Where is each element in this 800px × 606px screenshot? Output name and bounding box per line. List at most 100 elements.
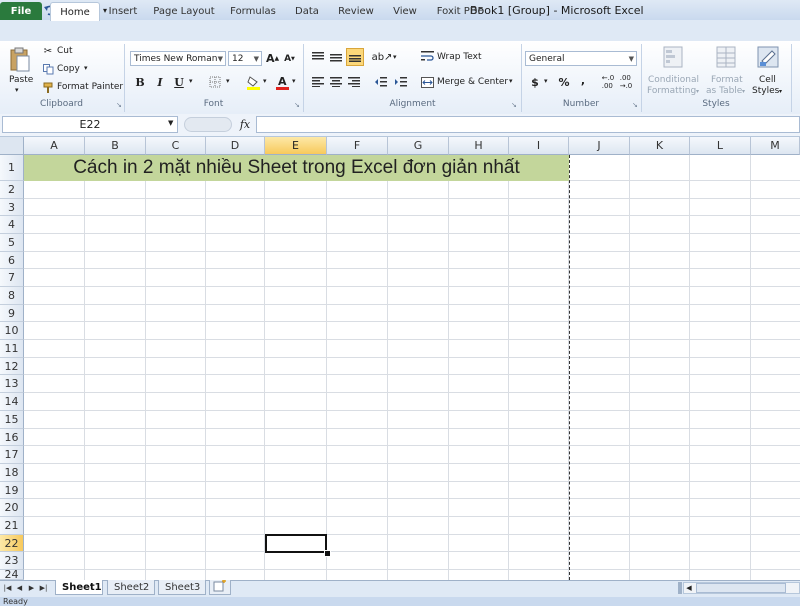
- row-header-14[interactable]: 14: [0, 393, 24, 411]
- conditional-formatting-icon[interactable]: [662, 45, 684, 69]
- column-header-m[interactable]: M: [751, 137, 800, 155]
- font-name-combo[interactable]: Times New Roman ▼: [130, 51, 226, 66]
- fill-color-icon[interactable]: [246, 74, 260, 90]
- tab-split-handle[interactable]: [678, 582, 682, 594]
- copy-dropdown-icon[interactable]: ▾: [84, 64, 88, 72]
- format-painter-button[interactable]: Format Painter: [57, 82, 123, 92]
- insert-function-button[interactable]: fx: [236, 116, 254, 133]
- insert-sheet-icon[interactable]: [209, 579, 231, 595]
- decrease-decimal-icon[interactable]: .00 →.0: [618, 74, 634, 90]
- tab-review[interactable]: Review: [336, 2, 376, 20]
- currency-button[interactable]: $: [530, 75, 540, 89]
- align-center-icon[interactable]: [328, 74, 344, 90]
- borders-dropdown-icon[interactable]: ▾: [226, 77, 230, 85]
- formula-input[interactable]: [256, 116, 800, 133]
- bottom-align-icon[interactable]: [346, 48, 364, 66]
- align-right-icon[interactable]: [346, 74, 362, 90]
- increase-decimal-icon[interactable]: ←.0.00: [600, 74, 616, 90]
- row-header-9[interactable]: 9: [0, 304, 24, 323]
- cut-icon[interactable]: ✂: [42, 45, 54, 57]
- percent-button[interactable]: %: [557, 75, 571, 89]
- fill-color-dropdown-icon[interactable]: ▾: [263, 77, 267, 85]
- font-color-icon[interactable]: A: [275, 74, 289, 90]
- increase-indent-icon[interactable]: [393, 74, 409, 90]
- align-left-icon[interactable]: [310, 74, 326, 90]
- italic-button[interactable]: I: [153, 75, 167, 89]
- font-launcher-icon[interactable]: ↘: [294, 101, 300, 109]
- column-header-f[interactable]: F: [327, 137, 388, 155]
- tab-foxit-pdf[interactable]: Foxit PDF: [434, 2, 486, 20]
- underline-dropdown-icon[interactable]: ▾: [189, 77, 193, 85]
- column-header-a[interactable]: A: [24, 137, 85, 155]
- row-header-22[interactable]: 22: [0, 534, 24, 553]
- tab-view[interactable]: View: [390, 2, 420, 20]
- column-header-b[interactable]: B: [85, 137, 146, 155]
- format-painter-icon[interactable]: [42, 81, 54, 93]
- row-header-4[interactable]: 4: [0, 216, 24, 235]
- format-as-table-label-1[interactable]: Format: [711, 75, 743, 85]
- row-header-6[interactable]: 6: [0, 251, 24, 270]
- tab-data[interactable]: Data: [292, 2, 322, 20]
- sheet-tab-sheet1[interactable]: Sheet1: [55, 580, 103, 595]
- underline-button[interactable]: U: [172, 75, 186, 89]
- column-header-c[interactable]: C: [146, 137, 206, 155]
- cell-styles-label-1[interactable]: Cell: [759, 75, 776, 85]
- row-header-7[interactable]: 7: [0, 269, 24, 288]
- font-size-combo[interactable]: 12 ▼: [228, 51, 262, 66]
- copy-button[interactable]: Copy: [57, 64, 80, 74]
- copy-icon[interactable]: [42, 63, 54, 75]
- row-header-1[interactable]: 1: [0, 155, 24, 181]
- format-as-table-icon[interactable]: [715, 45, 737, 69]
- merge-center-button[interactable]: Merge & Center: [437, 77, 508, 87]
- format-as-table-label-2[interactable]: as Table: [706, 86, 742, 96]
- top-align-icon[interactable]: [310, 49, 326, 65]
- row-header-5[interactable]: 5: [0, 234, 24, 252]
- paste-icon[interactable]: [6, 46, 34, 74]
- column-header-d[interactable]: D: [206, 137, 265, 155]
- row-header-2[interactable]: 2: [0, 181, 24, 199]
- bold-button[interactable]: B: [133, 75, 147, 89]
- scrollbar-thumb[interactable]: [696, 583, 786, 593]
- scroll-left-icon[interactable]: ◀: [684, 583, 694, 593]
- row-header-18[interactable]: 18: [0, 463, 24, 482]
- number-launcher-icon[interactable]: ↘: [632, 101, 638, 109]
- column-header-l[interactable]: L: [690, 137, 751, 155]
- cell-styles-icon[interactable]: [756, 45, 780, 69]
- last-sheet-icon[interactable]: ▶|: [38, 582, 49, 594]
- column-header-k[interactable]: K: [630, 137, 690, 155]
- tab-insert[interactable]: Insert: [104, 2, 142, 20]
- clipboard-launcher-icon[interactable]: ↘: [116, 101, 122, 109]
- row-header-15[interactable]: 15: [0, 410, 24, 429]
- first-sheet-icon[interactable]: |◀: [2, 582, 13, 594]
- prev-sheet-icon[interactable]: ◀: [14, 582, 25, 594]
- row-header-8[interactable]: 8: [0, 287, 24, 305]
- active-cell-e22[interactable]: [265, 534, 327, 553]
- number-format-combo[interactable]: General ▼: [525, 51, 637, 66]
- row-header-19[interactable]: 19: [0, 481, 24, 500]
- formula-bar-resize-handle[interactable]: [184, 117, 232, 132]
- borders-icon[interactable]: [208, 75, 222, 89]
- fill-handle[interactable]: [324, 550, 331, 557]
- currency-dropdown-icon[interactable]: ▾: [544, 77, 548, 85]
- paste-dropdown-icon[interactable]: ▾: [15, 86, 19, 94]
- font-color-dropdown-icon[interactable]: ▾: [292, 77, 296, 85]
- comma-button[interactable]: ,: [578, 73, 588, 87]
- row-header-16[interactable]: 16: [0, 428, 24, 447]
- sheet-tab-sheet3[interactable]: Sheet3: [158, 580, 206, 595]
- alignment-launcher-icon[interactable]: ↘: [511, 101, 517, 109]
- row-header-13[interactable]: 13: [0, 375, 24, 394]
- cut-button[interactable]: Cut: [57, 46, 73, 56]
- row-header-10[interactable]: 10: [0, 322, 24, 341]
- column-header-j[interactable]: J: [569, 137, 630, 155]
- cell-styles-label-2[interactable]: Styles: [752, 86, 779, 96]
- row-header-12[interactable]: 12: [0, 357, 24, 376]
- tab-file[interactable]: File: [0, 2, 42, 20]
- row-header-21[interactable]: 21: [0, 516, 24, 535]
- shrink-font-icon[interactable]: A ▼: [283, 52, 296, 66]
- orientation-icon[interactable]: ab↗: [372, 49, 393, 65]
- grow-font-icon[interactable]: A ▲: [266, 51, 279, 65]
- wrap-text-icon[interactable]: [420, 49, 434, 63]
- select-all-corner[interactable]: [0, 137, 24, 155]
- row-header-17[interactable]: 17: [0, 446, 24, 464]
- paste-label[interactable]: Paste: [9, 75, 33, 85]
